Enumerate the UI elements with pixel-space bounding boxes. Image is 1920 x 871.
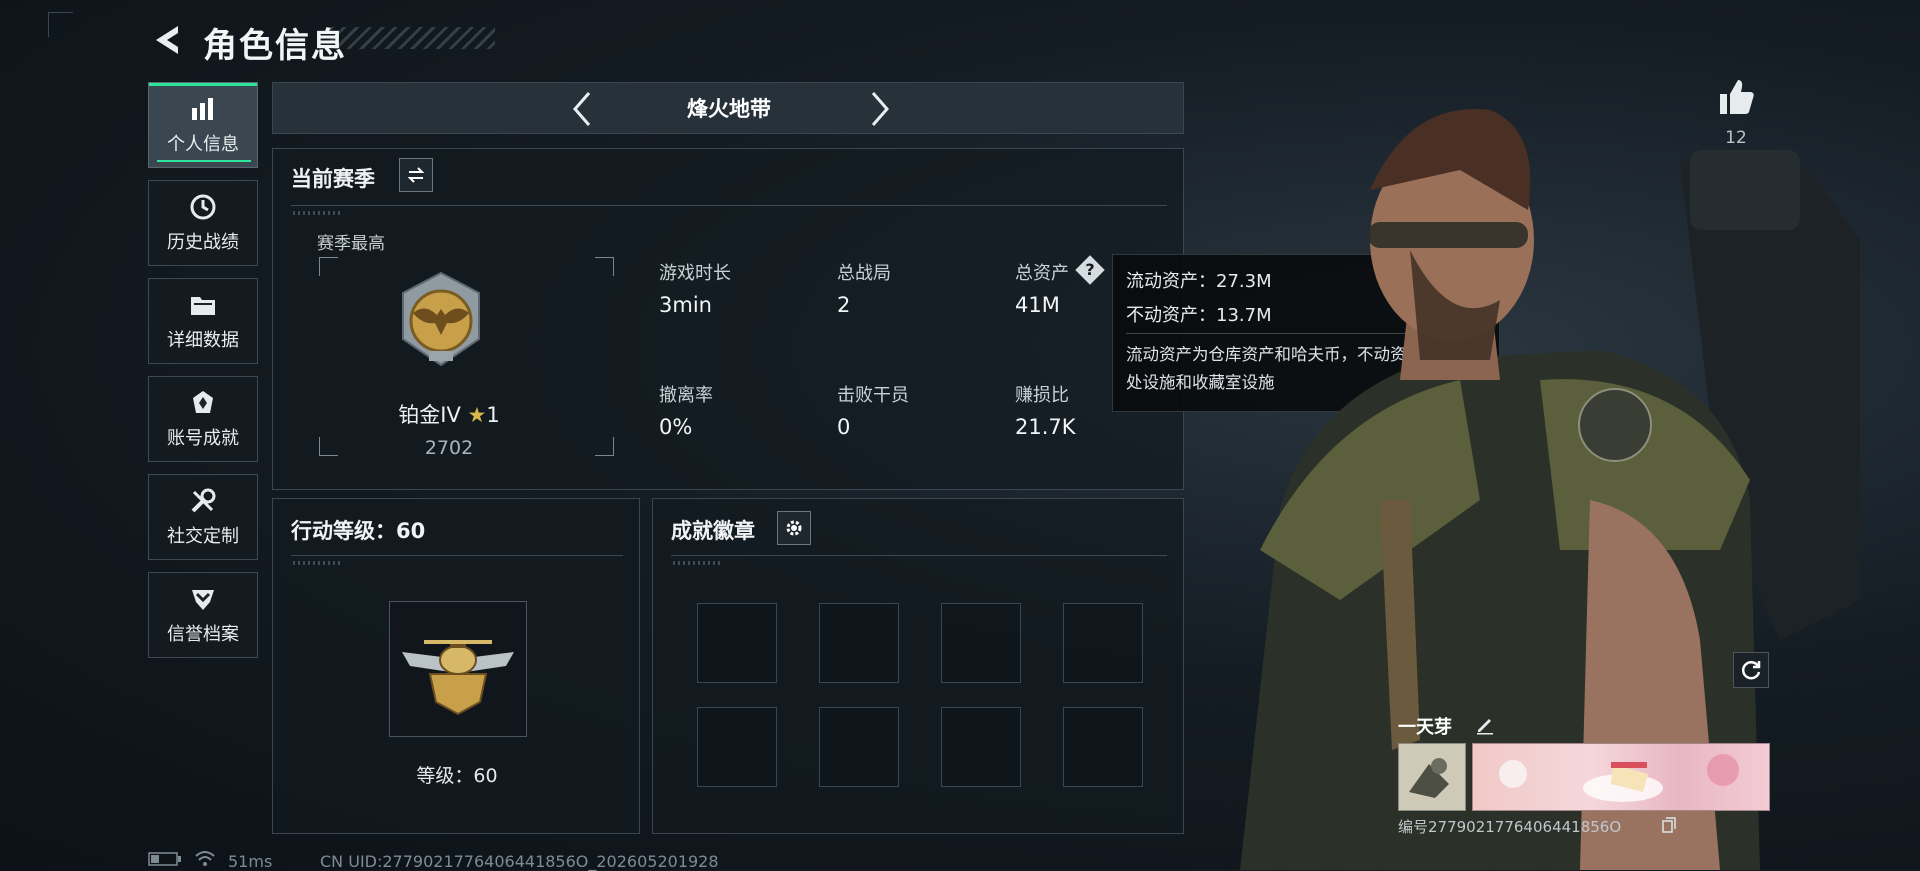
uid-footer: CN UID:2779021776406441856O_202605201928: [320, 852, 719, 871]
stat-value: 3min: [659, 293, 712, 317]
rank-stars: 1: [486, 403, 500, 427]
chevron-left-icon[interactable]: [563, 89, 603, 129]
action-level-panel: 行动等级：60 等级：60: [272, 498, 640, 834]
sidebar-item-personal-info[interactable]: 个人信息: [148, 82, 258, 168]
player-card: 一天芽 编号2779021776406441856O: [1398, 705, 1770, 836]
sidebar-item-history[interactable]: 历史战绩: [148, 180, 258, 266]
ping-value: 51ms: [228, 852, 273, 871]
achievement-icon: [193, 391, 213, 413]
player-avatar[interactable]: [1398, 743, 1466, 811]
like-count: 12: [1725, 128, 1747, 148]
helicopter-emblem-icon: [402, 640, 514, 716]
wrench-icon: [191, 488, 216, 513]
title-decoration: [330, 27, 495, 49]
stat-label: 总资产: [1015, 263, 1069, 284]
frame-corner: [595, 437, 614, 456]
badge-slot[interactable]: [819, 707, 899, 787]
wifi-icon: [195, 851, 215, 866]
mode-selector: 烽火地带: [272, 82, 1184, 134]
decoration-dots: [293, 211, 343, 215]
sidebar-item-achievements[interactable]: 账号成就: [148, 376, 258, 462]
stat-value: 0%: [659, 415, 693, 439]
copy-icon[interactable]: [1662, 817, 1676, 833]
badge-slot[interactable]: [697, 603, 777, 683]
rank-name: 铂金IV: [398, 403, 461, 427]
gear-icon: [786, 520, 802, 536]
decoration-dots: [673, 561, 723, 565]
refresh-icon: [1741, 661, 1761, 680]
folder-icon: [191, 297, 215, 315]
platinum-rank-emblem: [402, 271, 480, 367]
player-banner[interactable]: [1472, 743, 1770, 811]
divider: [291, 205, 1167, 206]
season-title: 当前赛季: [291, 167, 375, 191]
edit-pencil-icon[interactable]: [1474, 713, 1496, 735]
battery-icon: [148, 852, 181, 866]
star-icon: ★: [467, 403, 487, 427]
badge-slot[interactable]: [941, 707, 1021, 787]
player-name: 一天芽: [1398, 717, 1452, 738]
sidebar-item-label: 个人信息: [167, 134, 239, 155]
swap-icon: [407, 167, 425, 183]
badge-slot[interactable]: [697, 707, 777, 787]
achievements-panel: 成就徽章: [652, 498, 1184, 834]
badge-settings-button[interactable]: [777, 511, 811, 545]
badge-slot[interactable]: [819, 603, 899, 683]
clock-icon: [190, 194, 216, 220]
chevron-right-icon[interactable]: [859, 89, 899, 129]
sidebar-item-label: 信誉档案: [167, 624, 239, 645]
stat-value: 41M: [1015, 293, 1060, 317]
badge-slot[interactable]: [1063, 603, 1143, 683]
stat-label: 赚损比: [1015, 385, 1069, 406]
divider: [291, 555, 623, 556]
season-best-label: 赛季最高: [317, 234, 385, 254]
stat-label: 撤离率: [659, 385, 713, 406]
frame-corner: [319, 257, 338, 276]
sidebar-item-label: 历史战绩: [167, 232, 239, 253]
bar-chart-icon: [192, 98, 213, 120]
back-arrow-icon[interactable]: [148, 20, 188, 60]
sidebar-item-label: 社交定制: [167, 526, 239, 547]
sidebar-item-label: 账号成就: [167, 428, 239, 449]
sidebar-item-detailed-data[interactable]: 详细数据: [148, 278, 258, 364]
decoration-dots: [293, 561, 343, 565]
divider: [671, 555, 1167, 556]
dessert-banner-image: [1499, 754, 1739, 802]
refresh-button[interactable]: [1733, 652, 1769, 688]
badge-slot[interactable]: [941, 603, 1021, 683]
stat-value: 0: [837, 415, 851, 439]
level-label: 等级：60: [416, 765, 498, 787]
action-level-title: 行动等级：60: [291, 519, 426, 543]
rank-label: 铂金IV ★1: [369, 399, 529, 429]
achievements-title: 成就徽章: [671, 519, 755, 543]
stat-label: 总战局: [837, 263, 891, 284]
frame-corner: [319, 437, 338, 456]
stat-label: 击败干员: [837, 385, 909, 406]
thumbs-up-icon[interactable]: [1716, 78, 1756, 116]
rank-points: 2702: [424, 437, 474, 459]
stat-value: 2: [837, 293, 851, 317]
mode-label: 烽火地带: [687, 97, 771, 121]
level-emblem-frame: [389, 601, 527, 737]
sidebar-item-social-custom[interactable]: 社交定制: [148, 474, 258, 560]
question-icon: ?: [1085, 260, 1095, 279]
sidebar-item-label: 详细数据: [167, 330, 239, 351]
shield-rank-icon: [192, 590, 214, 610]
frame-corner: [595, 257, 614, 276]
corner-decoration: [48, 12, 73, 37]
sidebar-item-credit-record[interactable]: 信誉档案: [148, 572, 258, 658]
page-title: 角色信息: [203, 26, 347, 66]
avatar-image: [1409, 758, 1449, 798]
player-id: 编号2779021776406441856O: [1398, 818, 1622, 836]
badge-slot[interactable]: [1063, 707, 1143, 787]
stat-label: 游戏时长: [659, 263, 731, 284]
season-panel: 当前赛季 赛季最高 铂金IV ★1 2702 游戏时长 3min 总战局 2 总…: [272, 148, 1184, 490]
stat-value: 21.7K: [1015, 415, 1076, 439]
switch-season-button[interactable]: [399, 158, 433, 192]
